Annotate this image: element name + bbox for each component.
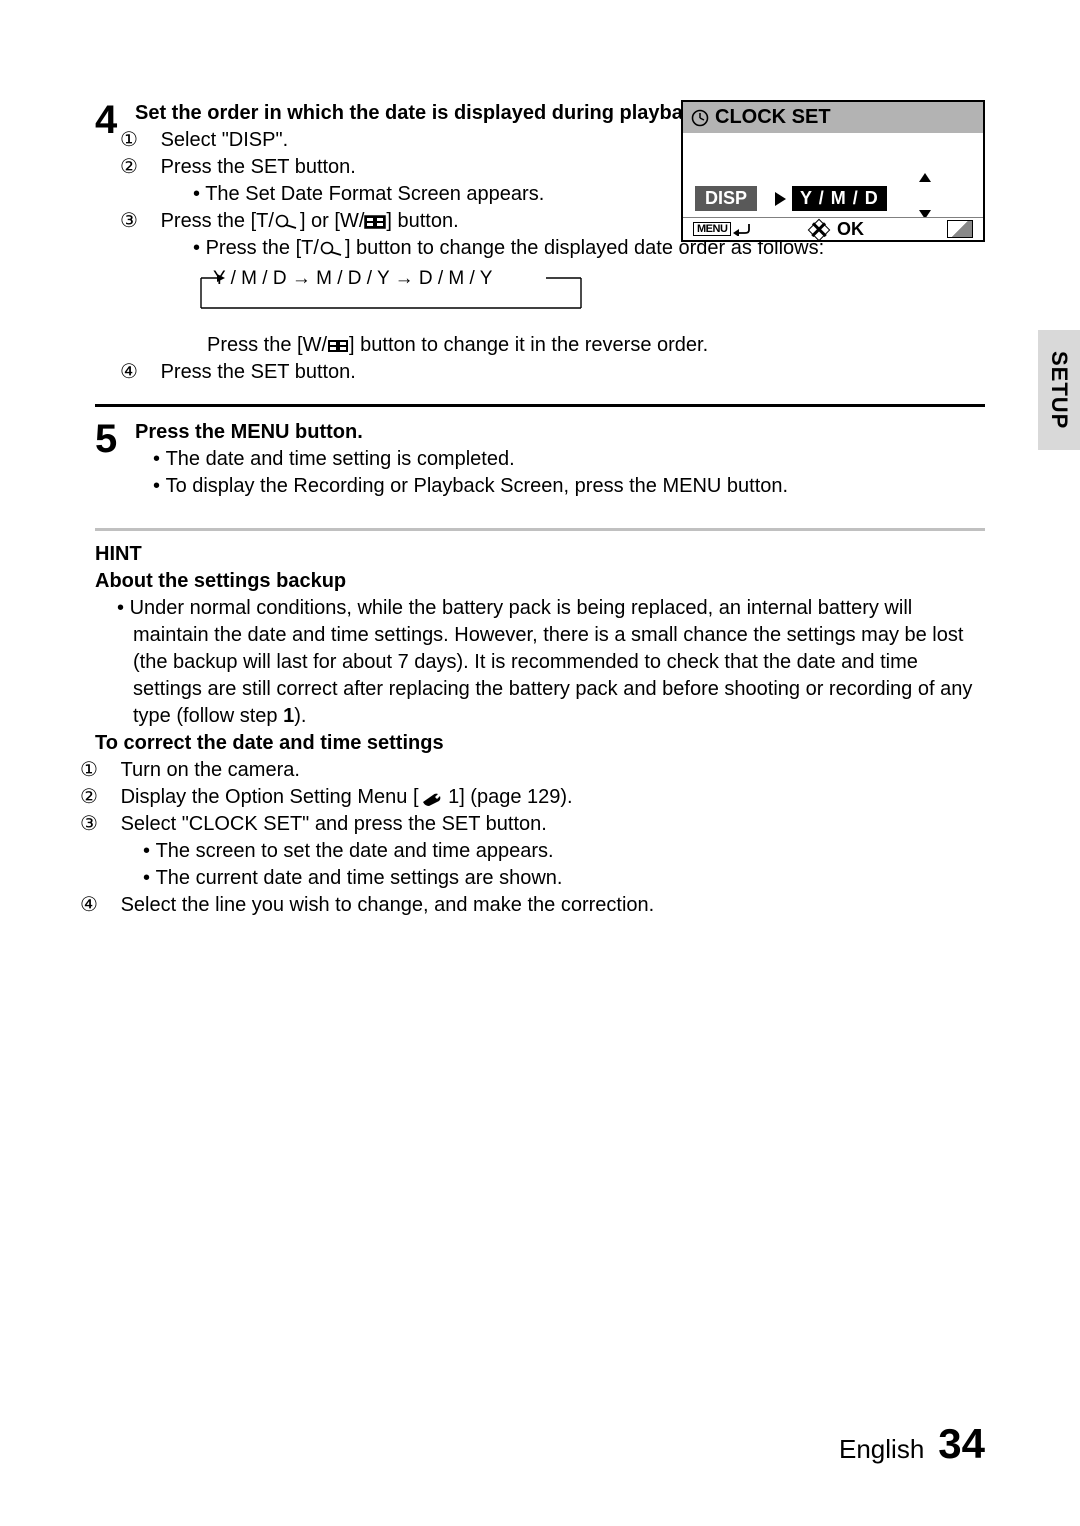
clock-icon bbox=[691, 109, 709, 127]
step-5-title: Press the MENU button. bbox=[135, 419, 985, 446]
reverse-order-note: Press the [W/] button to change it in th… bbox=[135, 332, 985, 359]
hint-label: HINT bbox=[95, 541, 985, 568]
lcd-screen: CLOCK SET DISP Y / M / D MENU bbox=[681, 100, 985, 242]
record-icon bbox=[947, 220, 973, 238]
hint-step-1: ① Turn on the camera. bbox=[95, 757, 985, 784]
magnify-icon bbox=[274, 214, 300, 230]
menu-label: MENU bbox=[693, 222, 731, 236]
hint-paragraph-1: • Under normal conditions, while the bat… bbox=[95, 595, 985, 730]
hint-section: HINT About the settings backup • Under n… bbox=[95, 541, 985, 919]
step-4-continued: Press the [W/] button to change it in th… bbox=[135, 332, 985, 386]
screen-body: DISP Y / M / D bbox=[683, 133, 983, 217]
substep-4: ④ Press the SET button. bbox=[135, 359, 985, 386]
step-5-bullet-2: • To display the Recording or Playback S… bbox=[135, 473, 985, 500]
hint-heading-1: About the settings backup bbox=[95, 568, 985, 595]
step-5-body: Press the MENU button. • The date and ti… bbox=[135, 419, 985, 500]
page-footer: English 34 bbox=[839, 1420, 985, 1468]
date-order-cycle: Y / M / D → M / D / Y → D / M / Y bbox=[165, 268, 985, 326]
ok-label: OK bbox=[837, 219, 864, 240]
step-number: 4 bbox=[95, 100, 135, 262]
hint-step-2: ② Display the Option Setting Menu [ 1] (… bbox=[95, 784, 985, 811]
step-number: 5 bbox=[95, 419, 135, 500]
grid-icon bbox=[364, 215, 386, 229]
nav-diamond-icon bbox=[808, 219, 831, 242]
step-5-bullet-1: • The date and time setting is completed… bbox=[135, 446, 985, 473]
step-4: 4 Set the order in which the date is dis… bbox=[95, 100, 985, 262]
wrench-icon bbox=[419, 790, 443, 806]
divider bbox=[95, 404, 985, 407]
hint-step-4: ④ Select the line you wish to change, an… bbox=[95, 892, 985, 919]
up-down-arrows bbox=[919, 173, 931, 219]
magnify-icon bbox=[319, 241, 345, 257]
screen-header: CLOCK SET bbox=[683, 102, 983, 133]
step-5: 5 Press the MENU button. • The date and … bbox=[95, 419, 985, 500]
hint-divider bbox=[95, 528, 985, 531]
cycle-text: Y / M / D → M / D / Y → D / M / Y bbox=[213, 268, 492, 290]
screen-title: CLOCK SET bbox=[715, 106, 831, 129]
hint-step-3-bullet-2: • The current date and time settings are… bbox=[95, 865, 985, 892]
footer-language: English bbox=[839, 1434, 924, 1465]
page-number: 34 bbox=[938, 1420, 985, 1468]
date-format-value: Y / M / D bbox=[792, 186, 887, 211]
section-tab: SETUP bbox=[1038, 330, 1080, 450]
screen-footer: MENU OK bbox=[683, 217, 983, 240]
hint-step-3-bullet-1: • The screen to set the date and time ap… bbox=[95, 838, 985, 865]
back-arrow-icon bbox=[733, 222, 751, 236]
hint-heading-2: To correct the date and time settings bbox=[95, 730, 985, 757]
section-tab-label: SETUP bbox=[1046, 351, 1072, 429]
disp-label: DISP bbox=[695, 186, 757, 211]
manual-page: SETUP 4 Set the order in which the date … bbox=[0, 0, 1080, 1526]
right-arrow-icon bbox=[775, 192, 786, 206]
hint-step-3: ③ Select "CLOCK SET" and press the SET b… bbox=[95, 811, 985, 838]
grid-icon bbox=[327, 339, 349, 353]
